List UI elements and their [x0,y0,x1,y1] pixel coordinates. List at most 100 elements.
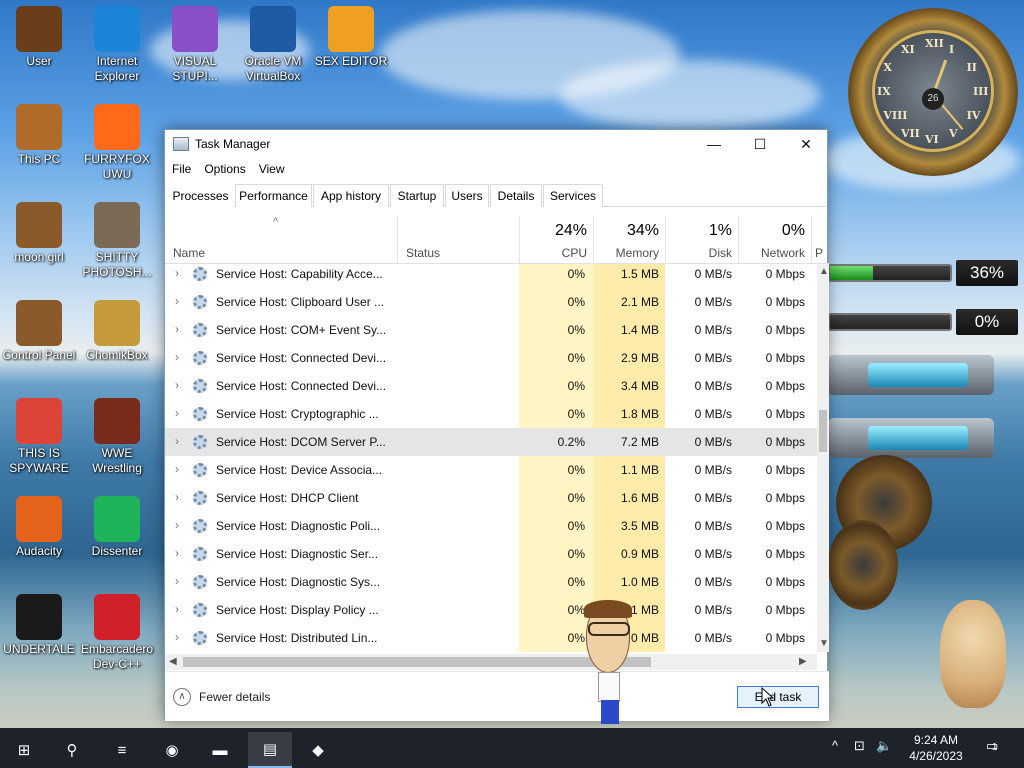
scroll-right-arrow[interactable]: ▶ [799,656,807,667]
chevron-right-icon[interactable]: › [175,322,179,336]
column-name[interactable]: Name [173,246,205,260]
chevron-right-icon[interactable]: › [175,434,179,448]
desktop-icon[interactable]: THIS IS SPYWARE [0,398,78,476]
desktop-icon[interactable]: UNDERTALE [0,594,78,657]
column-network[interactable]: Network [738,246,805,260]
desktop-icon[interactable]: FURRYFOX UWU [78,104,156,182]
chevron-right-icon[interactable]: › [175,462,179,476]
column-cpu[interactable]: CPU [519,246,587,260]
chevron-right-icon[interactable]: › [175,378,179,392]
table-row[interactable]: › Service Host: Diagnostic Ser... 0% 0.9 MB… [165,540,817,568]
menu-view[interactable]: View [252,159,291,176]
chevron-right-icon[interactable]: › [175,574,179,588]
network-total[interactable]: 0% [738,222,805,240]
table-row[interactable]: › Service Host: Clipboard User ... 0% 2.1 M… [165,288,817,316]
tab-processes[interactable]: Processes [167,184,234,207]
table-row[interactable]: › Service Host: Distributed Lin... 0% 1.0 M… [165,624,817,652]
table-row[interactable]: › Service Host: Capability Acce... 0% 1.5 M… [165,264,817,288]
desktop-icon[interactable]: Embarcadero Dev-C++ [78,594,156,672]
tab-services[interactable]: Services [543,184,603,207]
chevron-right-icon[interactable]: › [175,518,179,532]
disk-total[interactable]: 1% [665,222,732,240]
fewer-details-link[interactable]: Fewer details [199,690,270,704]
maximize-button[interactable]: ☐ [737,130,783,158]
taskbar-task-manager-icon[interactable]: ▤ [248,732,292,768]
tray-chevron-icon[interactable]: ^ [832,738,838,753]
table-row[interactable]: › Service Host: Display Policy ... 0% 1.1 M… [165,596,817,624]
taskbar-search-icon[interactable]: ⚲ [50,732,94,768]
taskbar-start-icon[interactable]: ⊞ [2,732,46,768]
scroll-left-arrow[interactable]: ◀ [169,656,177,667]
network-icon[interactable]: ⊡ [854,738,865,754]
network-value: 0 Mbps [765,547,805,561]
scroll-thumb[interactable] [819,410,827,452]
minimize-button[interactable]: — [691,130,737,158]
table-row[interactable]: › Service Host: Cryptographic ... 0% 1.8 MB… [165,400,817,428]
vertical-scrollbar[interactable]: ▲ ▼ [817,264,829,652]
desktop-icon[interactable]: WWE Wrestling [78,398,156,476]
table-row[interactable]: › Service Host: Connected Devi... 0% 3.4 MB… [165,372,817,400]
menu-bar: File Options View [165,159,291,181]
horizontal-scrollbar[interactable]: ◀ ▶ [165,654,817,670]
desktop-icon[interactable]: SEX EDITOR [312,6,390,69]
tab-details[interactable]: Details [490,184,542,207]
column-power[interactable]: P [815,246,827,260]
table-row[interactable]: › Service Host: DCOM Server P... 0.2% 7.2 M… [165,428,817,456]
cpu-total[interactable]: 24% [519,222,587,240]
column-memory[interactable]: Memory [593,246,659,260]
menu-file[interactable]: File [165,159,197,176]
menu-options[interactable]: Options [197,159,251,176]
table-row[interactable]: › Service Host: Connected Devi... 0% 2.9 MB… [165,344,817,372]
table-row[interactable]: › Service Host: Device Associa... 0% 1.1 MB… [165,456,817,484]
close-button[interactable]: ✕ [783,130,829,158]
desktop-icon[interactable]: SHITTY PHOTOSH... [78,202,156,280]
desktop-icon[interactable]: This PC [0,104,78,167]
notification-icon[interactable]: ▭ 1 [986,738,998,754]
title-bar[interactable]: Task Manager — ☐ ✕ [165,130,827,158]
sort-caret-icon[interactable]: ^ [273,216,278,228]
memory-total[interactable]: 34% [593,222,659,240]
taskbar-chomikbox-icon[interactable]: ◆ [296,732,340,768]
desktop-icon[interactable]: Control Panel [0,300,78,363]
tab-users[interactable]: Users [445,184,489,207]
table-row[interactable]: › Service Host: Diagnostic Poli... 0% 3.5 M… [165,512,817,540]
cpu-value: 0% [567,379,585,393]
chevron-right-icon[interactable]: › [175,490,179,504]
tab-startup[interactable]: Startup [390,184,444,207]
desktop-icon[interactable]: User [0,6,78,69]
desktop-icon[interactable]: VISUAL STUPI... [156,6,234,84]
desktop-icon[interactable]: Dissenter [78,496,156,559]
taskbar-chrome-icon[interactable]: ◉ [150,732,194,768]
chevron-right-icon[interactable]: › [175,350,179,364]
desktop-icon[interactable]: moon girl [0,202,78,265]
chevron-right-icon[interactable]: › [175,266,179,280]
clock-gadget[interactable]: XII I II III IV V VI VII VIII IX X XI 26 [848,8,1018,176]
taskbar-file-explorer-icon[interactable]: ▬ [198,732,242,768]
desktop-icon[interactable]: Audacity [0,496,78,559]
tab-performance[interactable]: Performance [235,184,312,207]
desktop-icon[interactable]: Internet Explorer [78,6,156,84]
column-disk[interactable]: Disk [665,246,732,260]
chevron-right-icon[interactable]: › [175,546,179,560]
desktop-icon[interactable]: Oracle VM VirtualBox [234,6,312,84]
chevron-up-icon[interactable]: ∧ [173,688,191,706]
table-row[interactable]: › Service Host: DHCP Client 0% 1.6 MB 0 MB/s… [165,484,817,512]
process-name: Service Host: Cryptographic ... [216,407,379,421]
scroll-thumb[interactable] [183,657,651,667]
chevron-right-icon[interactable]: › [175,294,179,308]
column-status[interactable]: Status [406,246,440,260]
chevron-right-icon[interactable]: › [175,630,179,644]
taskbar-dissenter-icon[interactable]: ≡ [100,732,144,768]
desktop-icon[interactable]: ChomikBox [78,300,156,363]
network-value: 0 Mbps [765,491,805,505]
table-row[interactable]: › Service Host: COM+ Event Sy... 0% 1.4 MB 0… [165,316,817,344]
end-task-button[interactable]: End task [737,686,819,708]
scroll-down-arrow[interactable]: ▼ [819,638,829,649]
taskbar-clock[interactable]: 9:24 AM 4/26/2023 [890,732,982,764]
tab-app-history[interactable]: App history [313,184,389,207]
chevron-right-icon[interactable]: › [175,406,179,420]
service-gear-icon [193,323,207,337]
table-row[interactable]: › Service Host: Diagnostic Sys... 0% 1.0 MB… [165,568,817,596]
scroll-up-arrow[interactable]: ▲ [819,266,829,277]
chevron-right-icon[interactable]: › [175,602,179,616]
